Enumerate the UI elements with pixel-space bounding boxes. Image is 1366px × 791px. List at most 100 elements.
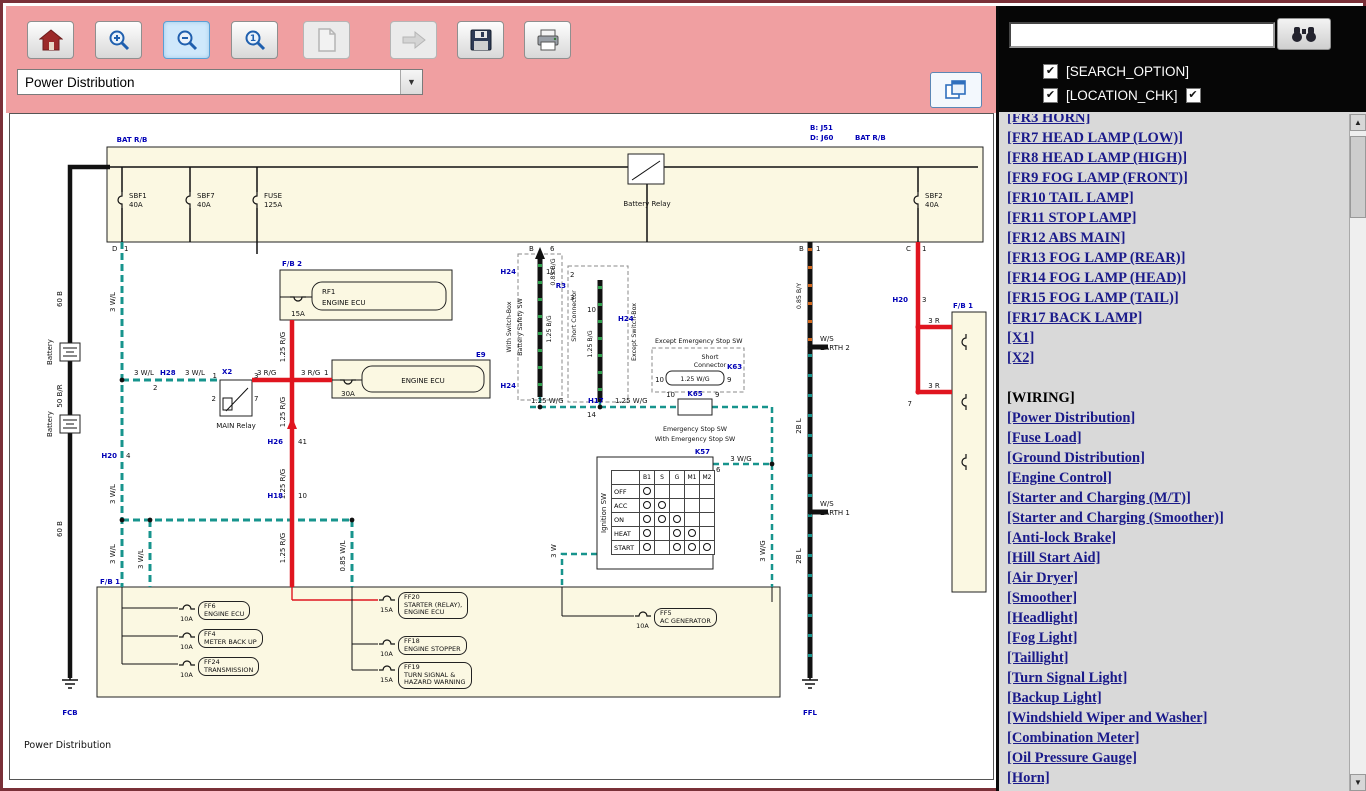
diagram-label: W/S	[820, 500, 834, 508]
diagram-label: BAT R/B	[117, 136, 148, 144]
diagram-label: 0.85 B/Y	[796, 283, 803, 309]
sidebar-link[interactable]: [Windshield Wiper and Washer]	[1007, 708, 1347, 728]
sidebar-link[interactable]: [Hill Start Aid]	[1007, 548, 1347, 568]
diagram-label: 1.25 B/G	[546, 315, 553, 342]
sidebar-link[interactable]: [FR13 FOG LAMP (REAR)]	[1007, 248, 1347, 268]
sidebar-link[interactable]: [Horn]	[1007, 768, 1347, 788]
diagram-label: 41	[298, 438, 307, 446]
print-button[interactable]	[524, 21, 571, 59]
sidebar-link[interactable]: [Starter and Charging (M/T)]	[1007, 488, 1347, 508]
diagram-label: X2	[222, 368, 232, 376]
diagram-label: 3	[570, 294, 574, 302]
sidebar-scrollbar[interactable]: ▲ ▼	[1349, 114, 1366, 791]
scroll-thumb[interactable]	[1350, 136, 1366, 218]
diagram-label: Battery	[46, 411, 54, 437]
sidebar-link[interactable]: [FR14 FOG LAMP (HEAD)]	[1007, 268, 1347, 288]
diagram-title: Power Distribution	[24, 740, 111, 751]
diagram-label: 3 W/L	[134, 369, 154, 377]
sidebar-link[interactable]: [FR9 FOG LAMP (FRONT)]	[1007, 168, 1347, 188]
sidebar-link[interactable]: [Smoother]	[1007, 588, 1347, 608]
sidebar-link[interactable]: [Headlight]	[1007, 608, 1347, 628]
sidebar-link[interactable]: [Fuse Load]	[1007, 428, 1347, 448]
scroll-down-button[interactable]: ▼	[1350, 774, 1366, 791]
diagram-label: SBF1	[129, 192, 147, 200]
diagram-selector-value: Power Distribution	[25, 75, 135, 90]
sidebar-link[interactable]: [Turn Signal Light]	[1007, 668, 1347, 688]
diagram-label: FCB	[62, 709, 77, 717]
app-window: 1	[0, 0, 1366, 791]
location-chk-extra-checkbox[interactable]: ✔	[1186, 88, 1201, 103]
chevron-down-icon[interactable]: ▼	[400, 70, 422, 94]
sidebar-link[interactable]: [Anti-lock Brake]	[1007, 528, 1347, 548]
diagram-label: 0.85 W/L	[339, 540, 347, 571]
diagram-label: 125A	[264, 201, 282, 209]
diagram-label: 3 W/G	[730, 455, 751, 463]
sidebar-link[interactable]: [Oil Pressure Gauge]	[1007, 748, 1347, 768]
scroll-up-button[interactable]: ▲	[1350, 114, 1366, 131]
sidebar-link[interactable]: [Fog Light]	[1007, 628, 1347, 648]
search-panel: ✔ [SEARCH_OPTION] ✔ [LOCATION_CHK] ✔	[999, 6, 1366, 112]
diagram-label: 3 W	[550, 544, 558, 558]
diagram-label: 4	[126, 452, 131, 460]
diagram-label: 7	[254, 395, 258, 403]
sidebar-link[interactable]: [FR12 ABS MAIN]	[1007, 228, 1347, 248]
diagram-label: 40A	[925, 201, 939, 209]
zoom-actual-button[interactable]: 1	[231, 21, 278, 59]
diagram-label: 3 W/L	[109, 544, 117, 564]
sidebar-link[interactable]: [Engine Control]	[1007, 468, 1347, 488]
diagram-label: D	[112, 245, 117, 253]
diagram-label: 60 B	[56, 521, 64, 537]
search-button[interactable]	[1277, 18, 1331, 50]
diagram-selector[interactable]: Power Distribution ▼	[17, 69, 423, 95]
sidebar-link[interactable]: [FR17 BACK LAMP]	[1007, 308, 1347, 328]
diagram-label: 15A	[291, 310, 305, 318]
wiring-diagram[interactable]: BAT R/B B: J51 D: J60 BAT R/B SBF140A SB…	[10, 114, 993, 779]
diagram-label: SBF2	[925, 192, 943, 200]
diagram-label: 10	[587, 306, 596, 314]
diagram-label: F/B 1	[100, 578, 120, 586]
location-chk-checkbox[interactable]: ✔	[1043, 88, 1058, 103]
diagram-label: W/S	[820, 335, 834, 343]
sidebar-link[interactable]: [FR10 TAIL LAMP]	[1007, 188, 1347, 208]
open-new-window-button[interactable]	[930, 72, 982, 108]
diagram-label: Emergency Stop SW	[663, 426, 728, 433]
sidebar-link[interactable]: [FR8 HEAD LAMP (HIGH)]	[1007, 148, 1347, 168]
search-option-checkbox[interactable]: ✔	[1043, 64, 1058, 79]
diagram-label: 3 R/G	[301, 369, 320, 377]
diagram-label: 1.25 W/G	[680, 376, 709, 383]
search-input[interactable]	[1009, 22, 1275, 48]
diagram-label: Connector	[694, 362, 727, 369]
diagram-label: 2B L	[795, 418, 803, 433]
diagram-label: 6	[716, 466, 721, 474]
diagram-label: 50 B/R	[56, 384, 64, 407]
zoom-out-button[interactable]	[163, 21, 210, 59]
sidebar-link[interactable]: [X1]	[1007, 328, 1347, 348]
diagram-canvas[interactable]: BAT R/B B: J51 D: J60 BAT R/B SBF140A SB…	[9, 113, 994, 780]
sidebar-link[interactable]: [Taillight]	[1007, 648, 1347, 668]
diagram-label: K63	[727, 363, 742, 371]
sidebar-link[interactable]: [Combination Meter]	[1007, 728, 1347, 748]
home-button[interactable]	[27, 21, 74, 59]
sidebar-link[interactable]: [Power Distribution]	[1007, 408, 1347, 428]
diagram-label: 2	[570, 271, 574, 279]
diagram-label: H24	[500, 268, 516, 276]
diagram-label: 1	[324, 369, 328, 377]
sidebar-link[interactable]: [X2]	[1007, 348, 1347, 368]
sidebar-link[interactable]: [Starter and Charging (Smoother)]	[1007, 508, 1347, 528]
diagram-label: EARTH 1	[820, 509, 850, 517]
sidebar-link[interactable]: [FR3 HORN]	[1007, 114, 1347, 128]
sidebar-link[interactable]: [FR11 STOP LAMP]	[1007, 208, 1347, 228]
page-icon	[317, 28, 337, 52]
sidebar-link[interactable]: [FR7 HEAD LAMP (LOW)]	[1007, 128, 1347, 148]
diagram-label: FUSE	[264, 192, 282, 200]
zoom-in-button[interactable]	[95, 21, 142, 59]
diagram-label: 1.25 R/G	[279, 397, 287, 427]
save-button[interactable]	[457, 21, 504, 59]
diagram-label: F/B 1	[953, 302, 973, 310]
sidebar-link[interactable]: [Backup Light]	[1007, 688, 1347, 708]
diagram-label: H17	[588, 397, 604, 405]
sidebar-link[interactable]: [Air Dryer]	[1007, 568, 1347, 588]
sidebar-link[interactable]: [FR15 FOG LAMP (TAIL)]	[1007, 288, 1347, 308]
sidebar-link[interactable]: [Ground Distribution]	[1007, 448, 1347, 468]
sidebar-header: [WIRING]	[1007, 388, 1347, 408]
